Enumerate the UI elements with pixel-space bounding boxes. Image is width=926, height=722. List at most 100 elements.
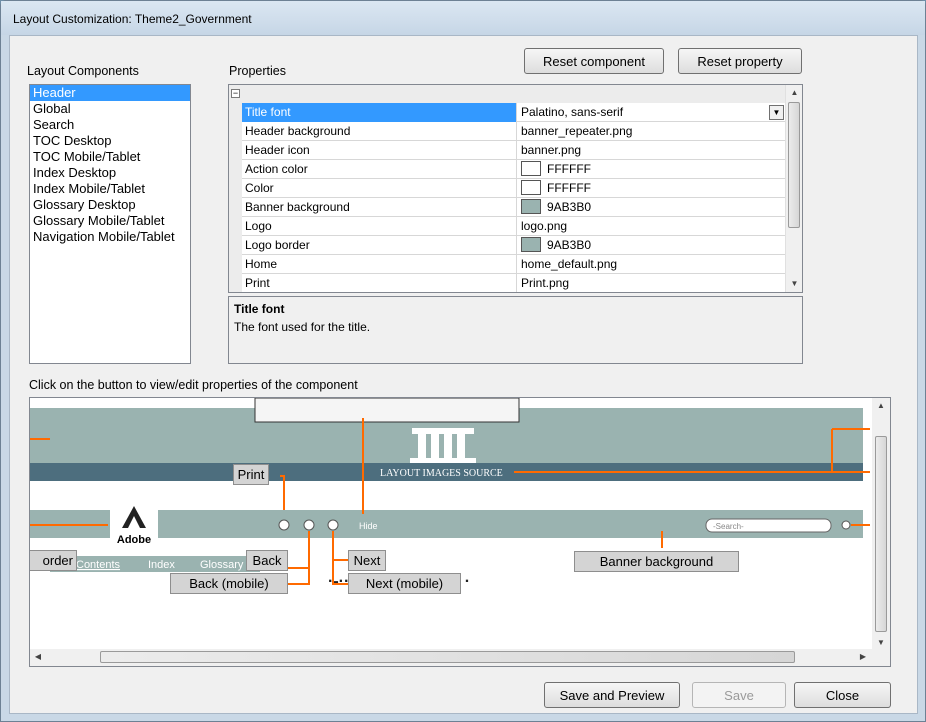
property-value-color[interactable]: FFFFFF xyxy=(517,179,786,198)
property-name: Banner background xyxy=(242,198,517,217)
home-icon xyxy=(278,519,290,531)
back-mobile-callout[interactable]: Back (mobile) xyxy=(170,573,288,594)
layout-components-list[interactable]: Header Global Search TOC Desktop TOC Mob… xyxy=(29,84,191,364)
tab-glossary: Glossary xyxy=(200,559,244,571)
banner-background-callout[interactable]: Banner background xyxy=(574,551,739,572)
property-value: FFFFFF xyxy=(547,181,591,195)
property-value: FFFFFF xyxy=(547,162,591,176)
search-icon xyxy=(841,520,851,530)
save-and-preview-button[interactable]: Save and Preview xyxy=(544,682,680,708)
property-value[interactable]: home_default.png xyxy=(517,255,786,274)
color-swatch xyxy=(521,180,541,196)
list-item-index-desktop[interactable]: Index Desktop xyxy=(30,165,190,181)
layout-preview: LAYOUT IMAGES SOURCE Adobe Hide -Search-… xyxy=(29,397,891,667)
property-value-color[interactable]: 9AB3B0 xyxy=(517,236,786,255)
property-value: Palatino, sans-serif xyxy=(521,105,624,119)
property-name: Color xyxy=(242,179,517,198)
property-value[interactable]: banner_repeater.png xyxy=(517,122,786,141)
scroll-thumb[interactable] xyxy=(100,651,795,663)
grid-category-header: − xyxy=(229,85,786,103)
property-row-header-background[interactable]: Header background banner_repeater.png xyxy=(242,122,786,141)
list-item-header[interactable]: Header xyxy=(30,85,190,101)
list-item-index-mobile[interactable]: Index Mobile/Tablet xyxy=(30,181,190,197)
color-swatch xyxy=(521,237,541,253)
logo-text: Adobe xyxy=(117,534,151,546)
property-row-home[interactable]: Home home_default.png xyxy=(242,255,786,274)
chevron-down-icon[interactable]: ▼ xyxy=(769,105,784,120)
property-name: Action color xyxy=(242,160,517,179)
scroll-thumb[interactable] xyxy=(875,436,887,632)
property-grid[interactable]: − Title font Palatino, sans-serif ▼ Head… xyxy=(228,84,803,293)
property-row-logo[interactable]: Logo logo.png xyxy=(242,217,786,236)
list-item-glossary-desktop[interactable]: Glossary Desktop xyxy=(30,197,190,213)
scroll-left-icon[interactable]: ◀ xyxy=(30,649,46,666)
property-name: Logo xyxy=(242,217,517,236)
list-item-glossary-mobile[interactable]: Glossary Mobile/Tablet xyxy=(30,213,190,229)
property-row-color[interactable]: Color FFFFFF xyxy=(242,179,786,198)
property-value: 9AB3B0 xyxy=(547,200,592,214)
list-item-global[interactable]: Global xyxy=(30,101,190,117)
color-swatch xyxy=(521,161,541,177)
hide-link: Hide xyxy=(359,521,378,531)
preview-canvas: LAYOUT IMAGES SOURCE Adobe Hide -Search-… xyxy=(30,398,870,590)
property-value[interactable]: banner.png xyxy=(517,141,786,160)
back-callout[interactable]: Back xyxy=(246,550,288,571)
title-bar: Layout Customization: Theme2_Government xyxy=(1,1,925,35)
scrollbar-corner xyxy=(872,649,890,666)
property-row-header-icon[interactable]: Header icon banner.png xyxy=(242,141,786,160)
list-item-toc-desktop[interactable]: TOC Desktop xyxy=(30,133,190,149)
property-description-panel: Title font The font used for the title. xyxy=(228,296,803,364)
property-value: 9AB3B0 xyxy=(547,238,592,252)
scroll-up-icon[interactable]: ▲ xyxy=(786,85,802,101)
next-mobile-callout[interactable]: Next (mobile) xyxy=(348,573,461,594)
preview-vertical-scrollbar[interactable]: ▲ ▼ xyxy=(872,398,890,651)
list-item-search[interactable]: Search xyxy=(30,117,190,133)
property-value[interactable]: Print.png xyxy=(517,274,786,292)
property-row-banner-background[interactable]: Banner background 9AB3B0 xyxy=(242,198,786,217)
property-row-logo-border[interactable]: Logo border 9AB3B0 xyxy=(242,236,786,255)
preview-instructions: Click on the button to view/edit propert… xyxy=(29,378,358,392)
description-text: The font used for the title. xyxy=(234,320,371,334)
property-value[interactable]: logo.png xyxy=(517,217,786,236)
property-value-dropdown[interactable]: Palatino, sans-serif ▼ xyxy=(517,103,786,122)
save-button[interactable]: Save xyxy=(692,682,786,708)
back-icon xyxy=(303,519,315,531)
window-title: Layout Customization: Theme2_Government xyxy=(13,12,252,26)
layout-customization-window: Layout Customization: Theme2_Government … xyxy=(0,0,926,722)
property-row-title-font[interactable]: Title font Palatino, sans-serif ▼ xyxy=(242,103,786,122)
list-item-navigation-mobile[interactable]: Navigation Mobile/Tablet xyxy=(30,229,190,245)
property-row-print[interactable]: Print Print.png xyxy=(242,274,786,292)
next-callout[interactable]: Next xyxy=(348,550,386,571)
tab-index: Index xyxy=(148,559,175,571)
layout-components-label: Layout Components xyxy=(27,64,139,78)
property-name: Title font xyxy=(242,103,517,122)
scroll-up-icon[interactable]: ▲ xyxy=(872,398,890,414)
property-value-color[interactable]: FFFFFF xyxy=(517,160,786,179)
list-item-toc-mobile[interactable]: TOC Mobile/Tablet xyxy=(30,149,190,165)
grid-gutter xyxy=(229,103,242,292)
scroll-thumb[interactable] xyxy=(788,102,800,228)
property-name: Header icon xyxy=(242,141,517,160)
property-name: Logo border xyxy=(242,236,517,255)
color-swatch xyxy=(521,199,541,215)
header-title-overlay xyxy=(254,398,520,423)
next-icon xyxy=(327,519,339,531)
property-row-action-color[interactable]: Action color FFFFFF xyxy=(242,160,786,179)
reset-component-button[interactable]: Reset component xyxy=(524,48,664,74)
close-button[interactable]: Close xyxy=(794,682,891,708)
scroll-right-icon[interactable]: ▶ xyxy=(855,649,871,666)
reset-property-button[interactable]: Reset property xyxy=(678,48,802,74)
property-name: Header background xyxy=(242,122,517,141)
logo-border-callout[interactable]: order xyxy=(30,550,77,571)
properties-label: Properties xyxy=(229,64,286,78)
property-value-color[interactable]: 9AB3B0 xyxy=(517,198,786,217)
preview-horizontal-scrollbar[interactable]: ◀ ▶ xyxy=(30,649,873,666)
search-placeholder: -Search- xyxy=(713,522,744,531)
collapse-icon[interactable]: − xyxy=(231,89,240,98)
tab-contents: Contents xyxy=(76,559,121,571)
banner-title-text: LAYOUT IMAGES SOURCE xyxy=(380,468,503,479)
property-grid-scrollbar[interactable]: ▲ ▼ xyxy=(785,85,802,292)
scroll-down-icon[interactable]: ▼ xyxy=(786,276,802,292)
property-name: Home xyxy=(242,255,517,274)
print-callout[interactable]: Print xyxy=(233,464,269,485)
